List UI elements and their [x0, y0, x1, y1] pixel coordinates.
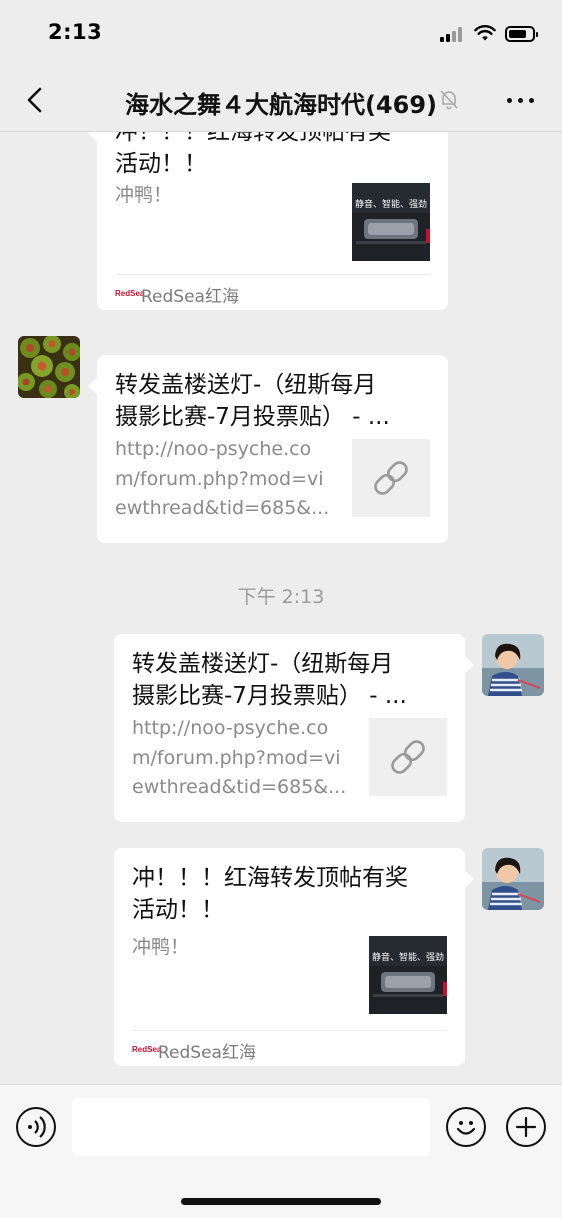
- voice-button[interactable]: [16, 1107, 56, 1147]
- redsea-logo: RedSea: [132, 1045, 162, 1054]
- bell-off-icon: [440, 90, 458, 110]
- link-card[interactable]: 转发盖楼送灯-（纽斯每月 摄影比赛-7月投票贴） - ... http://no…: [88, 355, 448, 543]
- link-thumbnail: [369, 718, 447, 796]
- article-desc: 冲鸭！: [132, 936, 190, 958]
- article-thumbnail: 静音、智能、强劲: [369, 936, 447, 1014]
- message-input[interactable]: [72, 1098, 430, 1156]
- chat-header: 海水之舞４大航海时代(469): [0, 68, 562, 132]
- article-desc: 冲鸭！: [115, 184, 173, 206]
- voice-icon: [28, 1116, 46, 1138]
- link-title: 转发盖楼送灯-（纽斯每月 摄影比赛-7月投票贴） - ...: [132, 651, 407, 709]
- article-card[interactable]: 冲！！！红海转发顶帖有奖 活动！！ 冲鸭！ 静音、智能、强劲 RedSea Re…: [114, 848, 474, 1066]
- link-url: http://noo-psyche.co m/forum.php?mod=vi …: [115, 438, 330, 519]
- article-thumb-text: 静音、智能、强劲: [372, 953, 445, 963]
- wifi-icon: [474, 25, 496, 41]
- article-title: 冲！！！红海转发顶帖有奖 活动！！: [132, 865, 408, 923]
- plus-icon: [515, 1116, 537, 1138]
- child-avatar-image: [482, 634, 544, 696]
- child-avatar-image: [482, 848, 544, 910]
- emoji-button[interactable]: [446, 1107, 486, 1147]
- link-title: 转发盖楼送灯-（纽斯每月 摄影比赛-7月投票贴） - ...: [115, 372, 390, 430]
- avatar[interactable]: [18, 336, 80, 398]
- cellular-signal-icon: [440, 26, 466, 42]
- link-card[interactable]: 转发盖楼送灯-（纽斯每月 摄影比赛-7月投票贴） - ... http://no…: [114, 634, 474, 822]
- link-icon: [391, 740, 425, 774]
- link-thumbnail: [352, 439, 430, 517]
- battery-icon: [505, 26, 538, 42]
- source-name: RedSea红海: [141, 287, 239, 307]
- self-avatar[interactable]: [482, 848, 544, 910]
- more-functions-button[interactable]: [506, 1107, 546, 1147]
- emoji-icon: [456, 1121, 476, 1135]
- article-source: RedSea RedSea红海: [115, 274, 430, 310]
- status-bar: 2:13: [0, 0, 562, 68]
- redsea-logo: RedSea: [115, 289, 145, 298]
- self-avatar[interactable]: [482, 634, 544, 696]
- more-options-button[interactable]: [504, 90, 538, 108]
- message-timestamp: 下午 2:13: [237, 586, 325, 608]
- article-title: 冲！！！红海转发顶帖有奖 活动！！: [115, 132, 391, 177]
- link-url: http://noo-psyche.co m/forum.php?mod=vi …: [132, 717, 347, 798]
- message-list[interactable]: 冲！！！红海转发顶帖有奖 活动！！ 冲鸭！ 静音、智能、强劲 RedSea Re…: [0, 132, 562, 1084]
- chat-title: 海水之舞４大航海时代(469): [124, 91, 438, 119]
- article-card[interactable]: 冲！！！红海转发顶帖有奖 活动！！ 冲鸭！ 静音、智能、强劲 RedSea Re…: [88, 132, 448, 310]
- coral-avatar-image: [18, 336, 80, 398]
- article-thumb-text: 静音、智能、强劲: [355, 200, 428, 210]
- status-time: 2:13: [48, 20, 103, 44]
- link-icon: [374, 461, 408, 495]
- home-indicator[interactable]: [181, 1198, 381, 1205]
- article-thumbnail: 静音、智能、强劲: [352, 183, 430, 261]
- source-name: RedSea红海: [158, 1043, 256, 1063]
- article-source: RedSea RedSea红海: [132, 1030, 447, 1066]
